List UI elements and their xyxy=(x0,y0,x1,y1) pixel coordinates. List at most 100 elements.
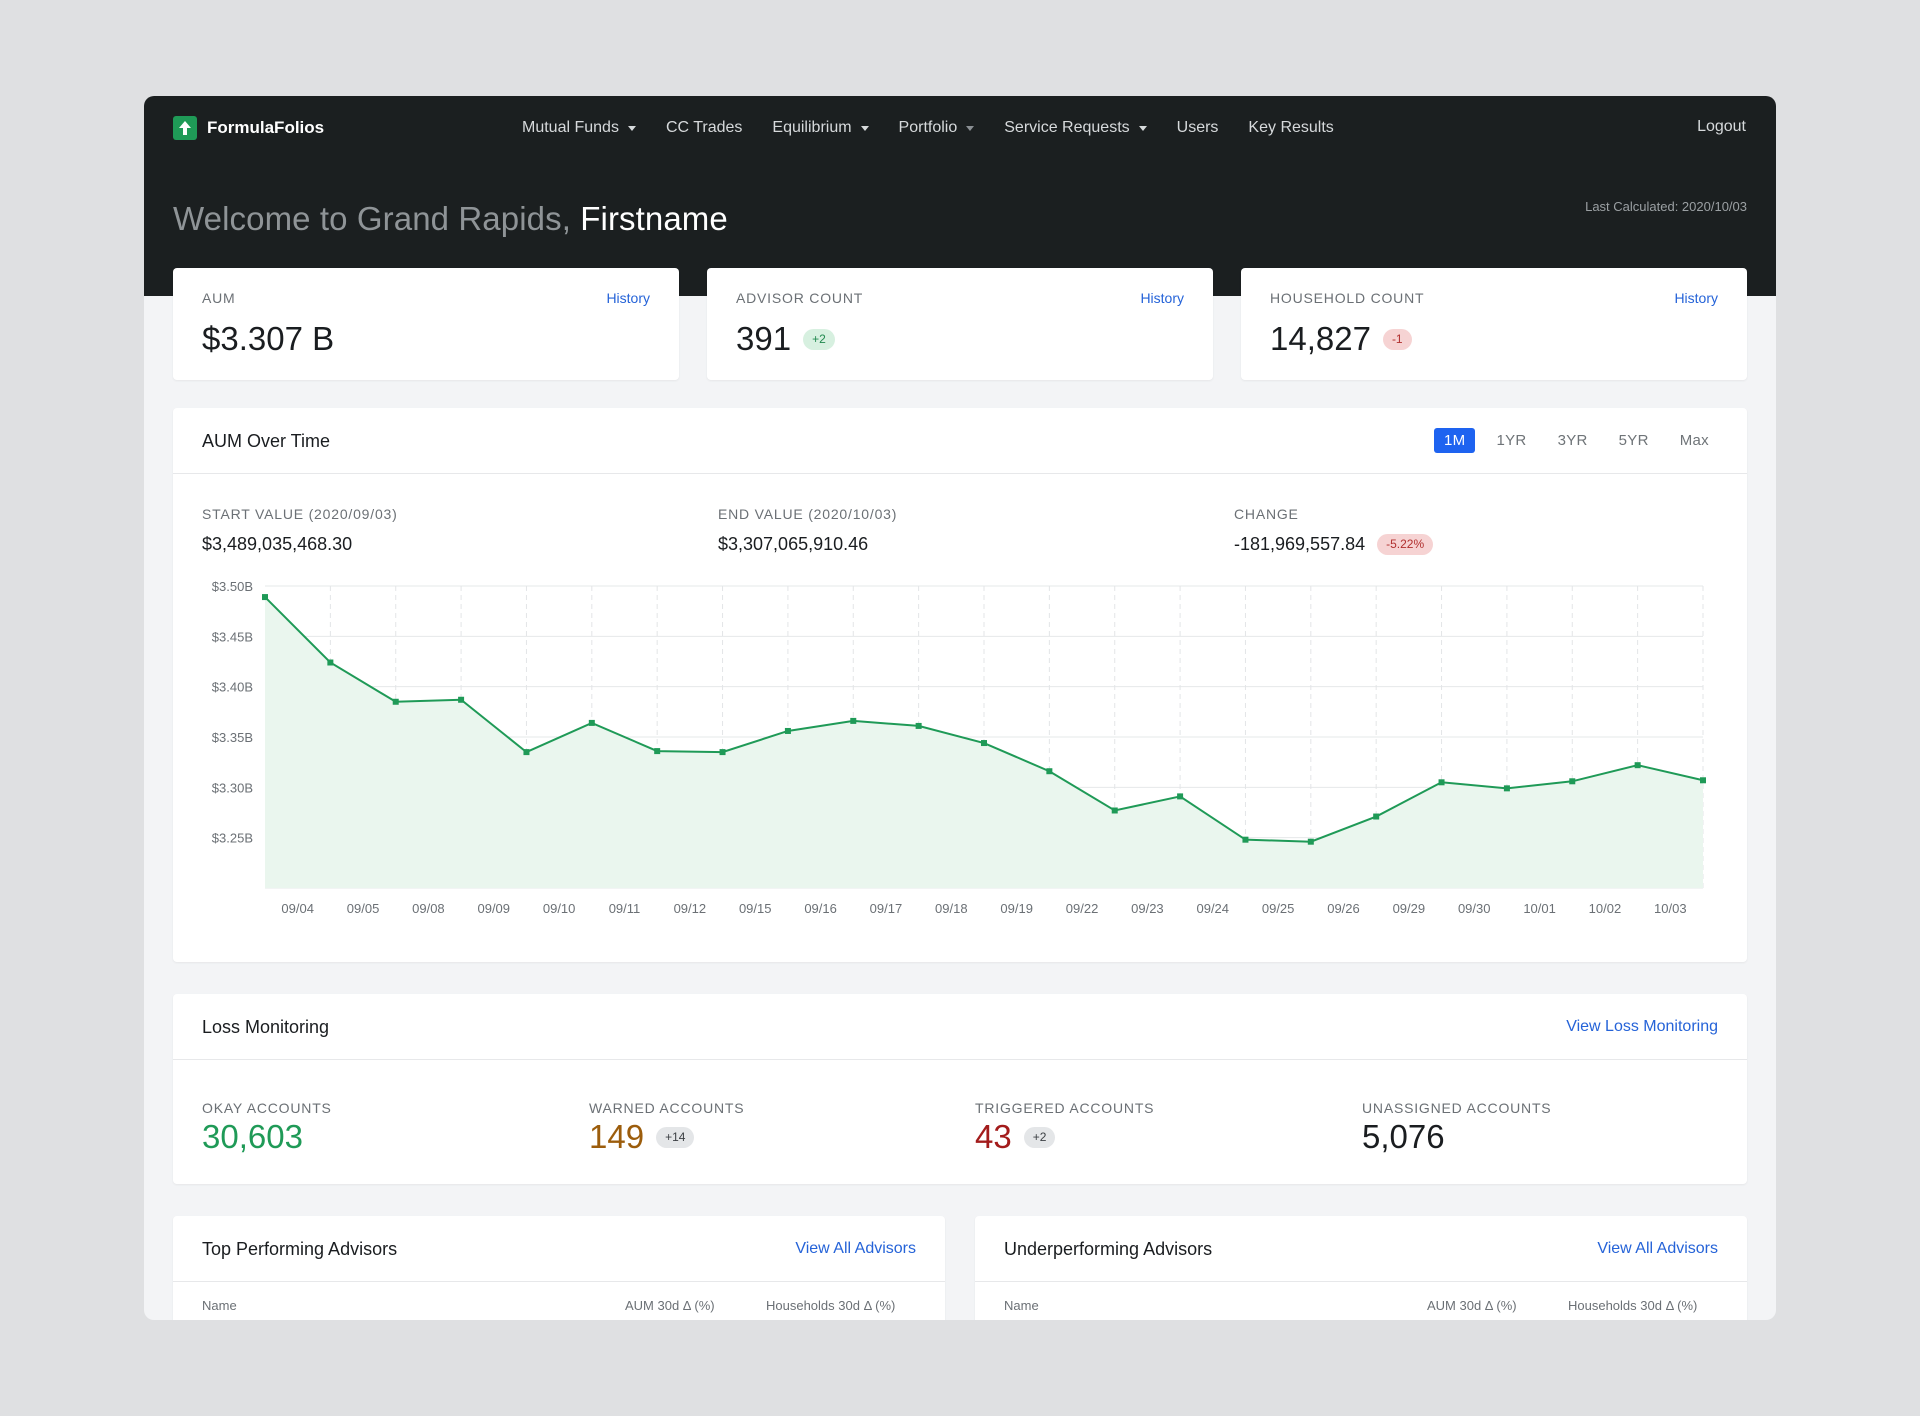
advisor-count-value: 391 +2 xyxy=(736,320,835,358)
y-tick-label: $3.25B xyxy=(212,831,253,846)
change-label: CHANGE xyxy=(1234,506,1299,522)
under-advisors-header: Underperforming Advisors View All Adviso… xyxy=(975,1216,1747,1282)
data-point xyxy=(1307,838,1314,845)
under-advisors-view-all-link[interactable]: View All Advisors xyxy=(1597,1240,1718,1258)
last-calculated: Last Calculated: 2020/10/03 xyxy=(1585,199,1747,214)
x-tick-label: 09/26 xyxy=(1327,901,1360,916)
x-tick-label: 09/10 xyxy=(543,901,576,916)
advisor-count-label: ADVISOR COUNT xyxy=(736,290,864,306)
nav-label: Users xyxy=(1176,119,1219,136)
app-logo[interactable]: FormulaFolios xyxy=(173,116,324,140)
y-tick-label: $3.30B xyxy=(212,780,253,795)
data-point xyxy=(327,659,334,666)
warned-accounts-value-text: 149 xyxy=(589,1118,645,1155)
view-loss-monitoring-link[interactable]: View Loss Monitoring xyxy=(1566,1018,1718,1036)
triggered-accounts-badge: +2 xyxy=(1023,1126,1056,1148)
unassigned-accounts-label: UNASSIGNED ACCOUNTS xyxy=(1362,1100,1552,1116)
end-value-text: $3,307,065,910.46 xyxy=(718,534,869,554)
aum-over-time-card: AUM Over Time 1M 1YR 3YR 5YR Max START V… xyxy=(173,408,1747,962)
x-tick-label: 09/15 xyxy=(739,901,772,916)
nav-service-requests[interactable]: Service Requests xyxy=(1004,119,1147,137)
col-name[interactable]: Name xyxy=(1004,1298,1039,1313)
aum-history-link[interactable]: History xyxy=(606,290,650,306)
x-tick-label: 09/19 xyxy=(1000,901,1033,916)
data-point xyxy=(1242,836,1249,843)
change-pct-badge: -5.22% xyxy=(1377,534,1434,555)
data-point xyxy=(1046,768,1053,775)
data-point xyxy=(1569,778,1576,785)
welcome-heading: Welcome to Grand Rapids, Firstname xyxy=(173,200,728,238)
x-tick-label: 09/23 xyxy=(1131,901,1164,916)
data-point xyxy=(1503,785,1510,792)
col-aum-change[interactable]: AUM 30d Δ (%) xyxy=(1427,1298,1517,1313)
caret-down-icon xyxy=(627,125,636,131)
top-advisors-title: Top Performing Advisors xyxy=(202,1239,398,1259)
y-tick-label: $3.35B xyxy=(212,730,253,745)
household-count-change-badge: -1 xyxy=(1382,328,1412,350)
loss-monitoring-header: Loss Monitoring View Loss Monitoring xyxy=(173,994,1747,1060)
x-tick-label: 09/08 xyxy=(412,901,445,916)
data-point xyxy=(981,740,987,747)
col-name[interactable]: Name xyxy=(202,1298,237,1313)
change-value: -181,969,557.84 -5.22% xyxy=(1234,534,1434,555)
advisor-count-change-badge: +2 xyxy=(803,328,835,350)
range-tab-5yr[interactable]: 5YR xyxy=(1609,428,1659,453)
data-point xyxy=(850,717,857,724)
logout-link[interactable]: Logout xyxy=(1697,118,1746,136)
app-name: FormulaFolios xyxy=(207,118,325,137)
up-arrow-icon xyxy=(173,116,197,140)
start-value-label: START VALUE (2020/09/03) xyxy=(202,506,398,522)
household-count-value: 14,827 -1 xyxy=(1270,320,1412,358)
range-tab-1m[interactable]: 1M xyxy=(1434,428,1476,453)
y-tick-label: $3.45B xyxy=(212,629,253,644)
nav-label: Key Results xyxy=(1248,119,1334,136)
col-households-change[interactable]: Households 30d Δ (%) xyxy=(1568,1298,1697,1313)
col-households-change[interactable]: Households 30d Δ (%) xyxy=(766,1298,895,1313)
x-tick-label: 09/04 xyxy=(281,901,314,916)
triggered-accounts-label: TRIGGERED ACCOUNTS xyxy=(975,1100,1155,1116)
x-tick-label: 10/02 xyxy=(1589,901,1622,916)
nav-cc-trades[interactable]: CC Trades xyxy=(666,119,742,137)
household-count-label: HOUSEHOLD COUNT xyxy=(1270,290,1425,306)
data-point xyxy=(654,748,661,755)
okay-accounts-value: 30,603 xyxy=(202,1118,303,1156)
data-point xyxy=(1111,807,1118,814)
aum-chart-title: AUM Over Time xyxy=(202,431,331,451)
advisor-count-value-text: 391 xyxy=(736,320,792,357)
advisor-count-card: ADVISOR COUNT History 391 +2 xyxy=(707,268,1213,380)
unassigned-accounts-value: 5,076 xyxy=(1362,1118,1445,1156)
nav-mutual-funds[interactable]: Mutual Funds xyxy=(522,119,636,137)
header-banner: FormulaFolios Mutual Funds CC Trades Equ… xyxy=(144,96,1776,296)
okay-accounts-label: OKAY ACCOUNTS xyxy=(202,1100,332,1116)
nav-key-results[interactable]: Key Results xyxy=(1248,119,1333,137)
top-advisors-view-all-link[interactable]: View All Advisors xyxy=(795,1240,916,1258)
range-tab-1yr[interactable]: 1YR xyxy=(1486,428,1536,453)
data-point xyxy=(392,698,399,705)
x-tick-label: 09/17 xyxy=(870,901,903,916)
aum-value-text: $3.307 B xyxy=(202,320,335,357)
end-value-label: END VALUE (2020/10/03) xyxy=(718,506,898,522)
x-tick-label: 09/25 xyxy=(1262,901,1295,916)
nav-equilibrium[interactable]: Equilibrium xyxy=(772,119,869,137)
col-aum-change[interactable]: AUM 30d Δ (%) xyxy=(625,1298,715,1313)
data-point xyxy=(588,719,595,726)
caret-down-icon xyxy=(1138,125,1147,131)
data-point xyxy=(262,594,268,601)
advisor-count-history-link[interactable]: History xyxy=(1140,290,1184,306)
household-count-value-text: 14,827 xyxy=(1270,320,1371,357)
household-count-history-link[interactable]: History xyxy=(1674,290,1718,306)
end-value: $3,307,065,910.46 xyxy=(718,534,868,555)
nav-users[interactable]: Users xyxy=(1177,119,1219,137)
nav-label: Mutual Funds xyxy=(522,119,619,136)
triggered-accounts-value: 43 +2 xyxy=(975,1118,1056,1156)
change-value-text: -181,969,557.84 xyxy=(1234,534,1366,554)
range-tab-max[interactable]: Max xyxy=(1670,428,1719,453)
nav-label: Portfolio xyxy=(898,119,958,136)
y-tick-label: $3.50B xyxy=(212,579,253,594)
aum-label: AUM xyxy=(202,290,236,306)
aum-area-chart: $3.50B $3.45B $3.40B $3.35B $3.30B $3.25B 09/0… xyxy=(212,579,1706,916)
range-tab-3yr[interactable]: 3YR xyxy=(1548,428,1598,453)
y-tick-label: $3.40B xyxy=(212,680,253,695)
data-point xyxy=(458,696,465,703)
nav-portfolio[interactable]: Portfolio xyxy=(899,119,975,137)
